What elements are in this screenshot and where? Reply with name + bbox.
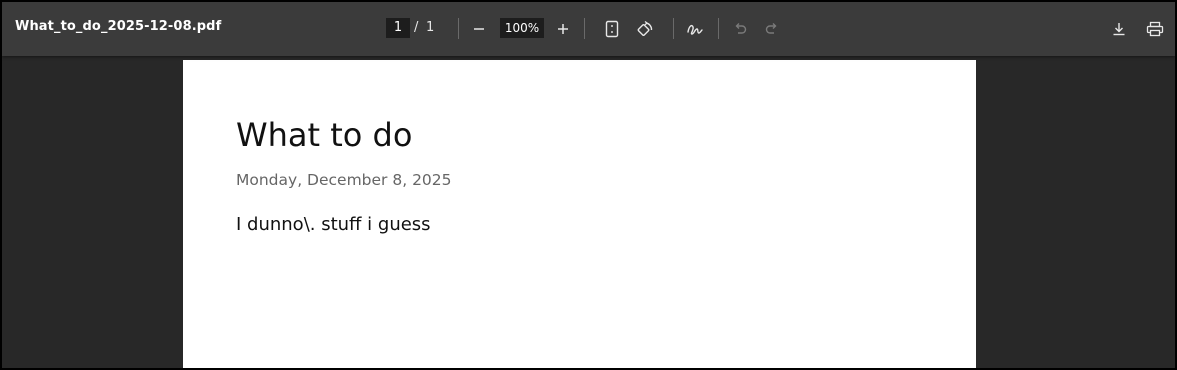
document-date: Monday, December 8, 2025 bbox=[236, 171, 452, 189]
zoom-out-button[interactable] bbox=[465, 15, 493, 43]
rotate-button[interactable] bbox=[631, 15, 659, 43]
document-viewer[interactable]: What to do Monday, December 8, 2025 I du… bbox=[2, 56, 1175, 368]
download-button[interactable] bbox=[1105, 15, 1133, 43]
page-number-input[interactable]: 1 bbox=[386, 18, 410, 38]
toolbar-divider bbox=[458, 18, 459, 39]
page-total: 1 bbox=[426, 20, 435, 35]
pdf-page: What to do Monday, December 8, 2025 I du… bbox=[183, 60, 976, 368]
redo-button[interactable] bbox=[758, 15, 786, 43]
zoom-level-input[interactable]: 100% bbox=[500, 18, 544, 38]
toolbar-divider bbox=[718, 18, 719, 39]
toolbar: What_to_do_2025-12-08.pdf 1 / 1 100% bbox=[2, 2, 1175, 56]
plus-icon bbox=[558, 24, 568, 34]
toolbar-divider bbox=[673, 18, 674, 39]
undo-icon bbox=[735, 23, 747, 34]
document-body: I dunno\. stuff i guess bbox=[236, 214, 431, 235]
pdf-viewer: What_to_do_2025-12-08.pdf 1 / 1 100% Wha… bbox=[2, 2, 1175, 368]
document-title: What to do bbox=[236, 116, 413, 154]
undo-button[interactable] bbox=[726, 15, 754, 43]
file-name: What_to_do_2025-12-08.pdf bbox=[15, 19, 222, 34]
rotate-icon bbox=[637, 20, 653, 36]
draw-icon bbox=[687, 24, 703, 35]
fit-page-icon bbox=[605, 20, 619, 38]
draw-button[interactable] bbox=[681, 15, 709, 43]
fit-page-button[interactable] bbox=[598, 15, 626, 43]
minus-icon bbox=[474, 28, 484, 30]
redo-icon bbox=[765, 23, 777, 34]
zoom-in-button[interactable] bbox=[549, 15, 577, 43]
print-button[interactable] bbox=[1141, 15, 1169, 43]
toolbar-divider bbox=[584, 18, 585, 39]
download-icon bbox=[1113, 23, 1125, 36]
page-separator: / bbox=[414, 20, 419, 35]
print-icon bbox=[1146, 21, 1164, 37]
